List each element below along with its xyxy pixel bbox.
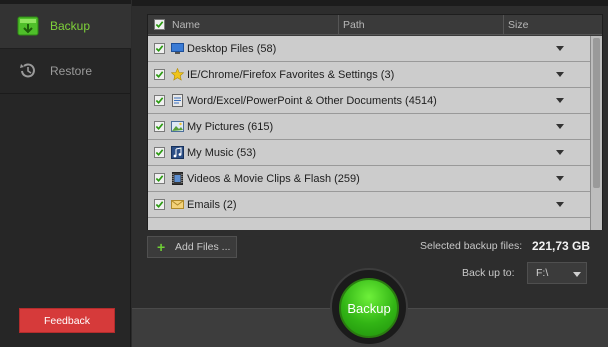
- backup-destination-select[interactable]: F:\: [527, 262, 587, 284]
- add-files-button[interactable]: + Add Files ...: [147, 236, 237, 258]
- scrollbar-thumb[interactable]: [593, 38, 600, 188]
- list-item[interactable]: My Pictures (615): [148, 114, 590, 140]
- add-files-label: Add Files ...: [175, 241, 231, 253]
- chevron-down-icon[interactable]: [556, 150, 564, 155]
- desktop-icon: [171, 42, 184, 55]
- column-header-size[interactable]: Size: [503, 15, 528, 35]
- row-label: My Pictures (615): [187, 121, 274, 133]
- feedback-button[interactable]: Feedback: [19, 308, 115, 333]
- row-label: Desktop Files (58): [187, 43, 277, 55]
- plus-icon: +: [157, 239, 166, 255]
- row-label: Emails (2): [187, 199, 237, 211]
- video-icon: [171, 172, 184, 185]
- row-label: Videos & Movie Clips & Flash (259): [187, 173, 360, 185]
- column-header-name[interactable]: Name: [172, 15, 200, 35]
- list-item[interactable]: Emails (2): [148, 192, 590, 218]
- selected-files-size: 221,73 GB: [532, 239, 591, 253]
- selected-files-label: Selected backup files:: [420, 240, 523, 252]
- chevron-down-icon[interactable]: [556, 72, 564, 77]
- chevron-down-icon[interactable]: [556, 202, 564, 207]
- document-icon: [171, 94, 184, 107]
- row-label: Word/Excel/PowerPoint & Other Documents …: [187, 95, 437, 107]
- chevron-down-icon[interactable]: [556, 98, 564, 103]
- music-icon: [171, 146, 184, 159]
- file-rows: Desktop Files (58) IE/Chrome/Firefox Fav…: [148, 36, 590, 230]
- select-all-checkbox[interactable]: [154, 19, 165, 30]
- column-header-path[interactable]: Path: [338, 15, 365, 35]
- picture-icon: [171, 120, 184, 133]
- sidebar-item-backup[interactable]: Backup: [0, 4, 131, 49]
- sidebar-divider: [0, 93, 131, 94]
- restore-icon: [17, 60, 39, 82]
- row-checkbox[interactable]: [154, 43, 165, 54]
- chevron-down-icon[interactable]: [573, 272, 581, 277]
- chevron-down-icon[interactable]: [556, 46, 564, 51]
- email-icon: [171, 198, 184, 211]
- backup-destination-value: F:\: [536, 267, 549, 279]
- chevron-down-icon[interactable]: [556, 124, 564, 129]
- sidebar: Backup Restore Feedback: [0, 0, 131, 347]
- backup-icon: [17, 15, 39, 37]
- list-item[interactable]: IE/Chrome/Firefox Favorites & Settings (…: [148, 62, 590, 88]
- list-item[interactable]: My Music (53): [148, 140, 590, 166]
- list-item[interactable]: Videos & Movie Clips & Flash (259): [148, 166, 590, 192]
- main-panel: Name Path Size Desktop Files (58) IE/Chr…: [132, 0, 608, 347]
- backup-button[interactable]: Backup: [339, 278, 399, 338]
- main-top-strip: [132, 0, 608, 6]
- file-list: Name Path Size Desktop Files (58) IE/Chr…: [147, 14, 603, 230]
- backup-to-label: Back up to:: [462, 267, 515, 279]
- list-item-partial: [148, 218, 590, 230]
- chevron-down-icon[interactable]: [556, 176, 564, 181]
- row-checkbox[interactable]: [154, 147, 165, 158]
- sidebar-item-label: Restore: [50, 63, 93, 78]
- list-item[interactable]: Desktop Files (58): [148, 36, 590, 62]
- row-label: My Music (53): [187, 147, 257, 159]
- list-header: Name Path Size: [148, 15, 602, 35]
- row-checkbox[interactable]: [154, 199, 165, 210]
- list-item[interactable]: Word/Excel/PowerPoint & Other Documents …: [148, 88, 590, 114]
- row-checkbox[interactable]: [154, 69, 165, 80]
- row-checkbox[interactable]: [154, 173, 165, 184]
- star-icon: [170, 67, 185, 81]
- row-label: IE/Chrome/Firefox Favorites & Settings (…: [187, 69, 395, 81]
- row-checkbox[interactable]: [154, 121, 165, 132]
- sidebar-item-restore[interactable]: Restore: [0, 48, 131, 93]
- row-checkbox[interactable]: [154, 95, 165, 106]
- list-scrollbar[interactable]: [590, 36, 602, 230]
- sidebar-item-label: Backup: [50, 19, 91, 33]
